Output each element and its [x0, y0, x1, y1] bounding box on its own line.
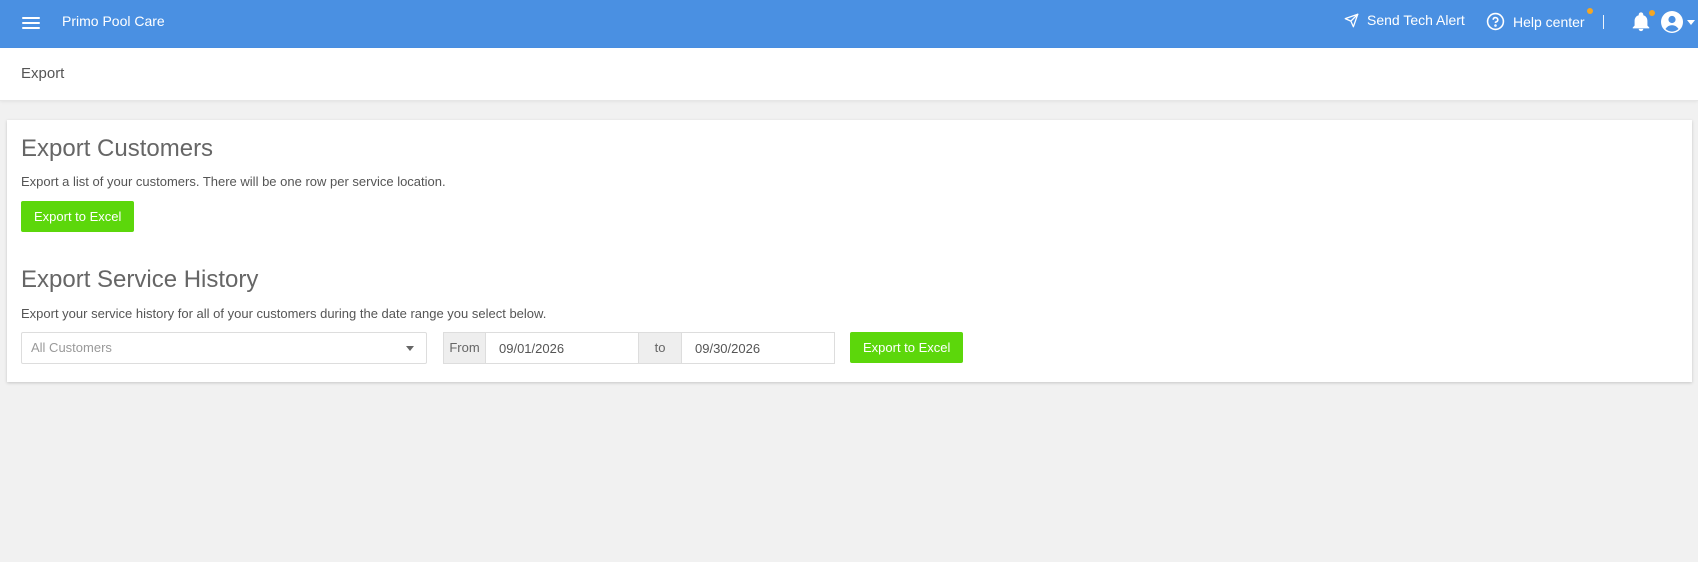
page-title: Export	[21, 65, 65, 82]
export-customers-heading: Export Customers	[21, 135, 214, 162]
help-center-label: Help center	[1513, 13, 1585, 30]
chevron-down-icon	[406, 346, 414, 351]
help-circle-icon	[1486, 12, 1505, 31]
export-service-history-description: Export your service history for all of y…	[21, 306, 547, 321]
send-tech-alert-label: Send Tech Alert	[1367, 12, 1465, 28]
help-notification-dot	[1586, 8, 1593, 14]
chevron-down-icon	[1687, 19, 1695, 25]
export-service-history-button[interactable]: Export to Excel	[850, 332, 964, 363]
help-center-link[interactable]: Help center	[1486, 8, 1593, 31]
to-date-input[interactable]	[681, 332, 835, 364]
user-menu[interactable]	[1660, 10, 1695, 34]
user-account-icon	[1661, 11, 1683, 33]
top-navigation-bar: Primo Pool Care Send Tech Alert Help cen…	[0, 0, 1698, 48]
send-tech-alert-link[interactable]: Send Tech Alert	[1344, 12, 1465, 28]
hamburger-menu-icon[interactable]	[22, 14, 40, 32]
export-customers-description: Export a list of your customers. There w…	[21, 174, 446, 189]
page-header: Export	[0, 48, 1698, 101]
export-card: Export Customers Export a list of your c…	[7, 120, 1692, 382]
export-service-history-heading: Export Service History	[21, 266, 259, 293]
notification-badge	[1649, 10, 1655, 16]
send-icon	[1344, 13, 1359, 27]
notifications-button[interactable]	[1630, 10, 1655, 39]
export-customers-button[interactable]: Export to Excel	[21, 201, 135, 232]
from-label: From	[443, 332, 485, 364]
customer-select[interactable]: All Customers	[21, 332, 427, 364]
from-date-input[interactable]	[485, 332, 639, 364]
to-label: to	[639, 332, 681, 364]
app-name[interactable]: Primo Pool Care	[62, 13, 165, 29]
customer-select-value: All Customers	[31, 340, 112, 355]
topbar-divider	[1603, 15, 1604, 29]
